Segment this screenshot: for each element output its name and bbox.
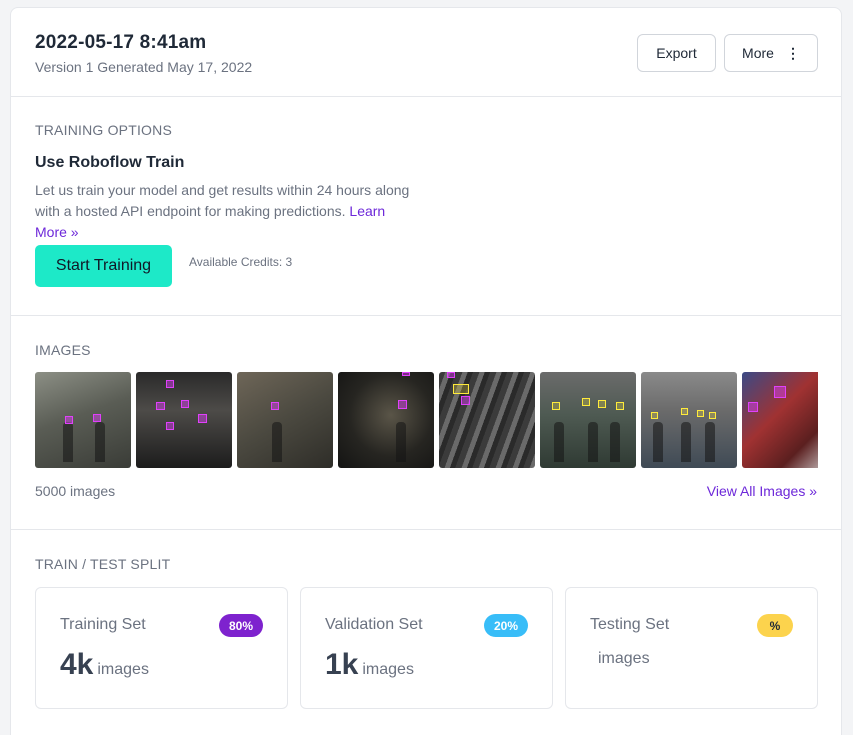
split-count-value: 4k [60, 648, 94, 681]
thumb-shape [63, 422, 73, 462]
split-name: Training Set [60, 616, 146, 633]
split-name: Testing Set [590, 616, 670, 633]
split-name: Validation Set [325, 616, 423, 633]
annotation-box [552, 402, 560, 410]
train-heading: Use Roboflow Train [35, 154, 185, 171]
annotation-box [774, 386, 786, 398]
version-header: 2022-05-17 8:41am Version 1 Generated Ma… [11, 8, 841, 97]
annotation-box [166, 422, 174, 430]
thumb-shape [653, 422, 663, 462]
more-button-label: More [742, 45, 774, 61]
annotation-box [156, 402, 165, 410]
annotation-box [748, 402, 758, 412]
version-title: 2022-05-17 8:41am [35, 32, 207, 53]
annotation-box [398, 400, 407, 409]
annotation-box [453, 384, 469, 394]
annotation-box [93, 414, 101, 422]
section-label-images: IMAGES [35, 342, 91, 358]
annotation-box [598, 400, 606, 408]
annotation-box [402, 372, 410, 376]
image-thumbnail[interactable] [641, 372, 737, 468]
image-thumbnail[interactable] [439, 372, 535, 468]
split-unit: images [362, 661, 414, 678]
split-unit: images [598, 650, 650, 667]
annotation-box [697, 410, 704, 417]
more-vertical-icon: ⋮ [785, 45, 800, 61]
annotation-box [651, 412, 658, 419]
testing-set-card: Testing Set % images [565, 587, 818, 709]
image-thumbnail[interactable] [136, 372, 232, 468]
image-thumbnails [35, 372, 818, 468]
images-section: IMAGES 5000 images View All Images » [11, 316, 841, 530]
section-label-training: TRAINING OPTIONS [35, 122, 172, 138]
percent-badge: 20% [483, 614, 528, 637]
percent-badge: % [757, 614, 793, 637]
split-count-value: 1k [325, 648, 359, 681]
view-all-images-link[interactable]: View All Images » [707, 483, 817, 499]
image-count: 5000 images [35, 483, 116, 499]
annotation-box [447, 372, 455, 378]
annotation-box [616, 402, 624, 410]
train-test-split-section: TRAIN / TEST SPLIT Training Set 80% 4k im… [11, 530, 841, 735]
thumb-shape [396, 422, 406, 462]
image-thumbnail[interactable] [35, 372, 131, 468]
train-description: Let us train your model and get results … [35, 180, 415, 243]
image-thumbnail[interactable] [338, 372, 434, 468]
thumb-shape [95, 422, 105, 462]
thumb-shape [272, 422, 282, 462]
more-button[interactable]: More ⋮ [724, 34, 818, 72]
image-thumbnail[interactable] [742, 372, 818, 468]
annotation-box [461, 396, 470, 405]
annotation-box [271, 402, 279, 410]
thumb-shape [681, 422, 691, 462]
split-count: 1k images [325, 648, 414, 682]
section-label-split: TRAIN / TEST SPLIT [35, 556, 171, 572]
split-unit: images [97, 661, 149, 678]
annotation-box [166, 380, 174, 388]
version-subtitle: Version 1 Generated May 17, 2022 [35, 59, 253, 75]
annotation-box [709, 412, 716, 419]
annotation-box [681, 408, 688, 415]
image-thumbnail[interactable] [540, 372, 636, 468]
training-set-card: Training Set 80% 4k images [35, 587, 288, 709]
split-count: 4k images [60, 648, 149, 682]
version-card: 2022-05-17 8:41am Version 1 Generated Ma… [10, 7, 842, 735]
available-credits: Available Credits: 3 [189, 255, 293, 269]
annotation-box [65, 416, 73, 424]
training-options-section: TRAINING OPTIONS Use Roboflow Train Let … [11, 97, 841, 316]
thumb-shape [610, 422, 620, 462]
percent-badge: 80% [218, 614, 263, 637]
thumb-shape [554, 422, 564, 462]
export-button[interactable]: Export [637, 34, 716, 72]
thumb-shape [705, 422, 715, 462]
validation-set-card: Validation Set 20% 1k images [300, 587, 553, 709]
annotation-box [181, 400, 189, 408]
start-training-button[interactable]: Start Training [35, 245, 172, 287]
image-thumbnail[interactable] [237, 372, 333, 468]
annotation-box [582, 398, 590, 406]
annotation-box [198, 414, 207, 423]
thumb-shape [588, 422, 598, 462]
split-cards: Training Set 80% 4k images Validation Set… [35, 587, 818, 709]
